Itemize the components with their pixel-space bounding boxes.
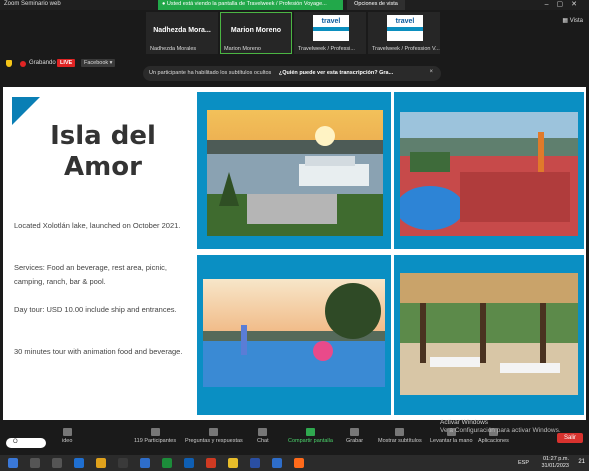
travelweek-logo: travel — [387, 15, 423, 41]
participants-icon — [150, 428, 160, 436]
slide-title-line1: Isla del — [50, 121, 156, 151]
video-button[interactable]: ideo — [62, 428, 72, 444]
subtitles-button[interactable]: Mostrar subtítulos — [378, 428, 422, 444]
share-banner[interactable]: ● Usted está viendo la pantalla de Trave… — [158, 0, 343, 10]
boat-sunset-photo — [207, 110, 383, 236]
qa-label: Preguntas y respuestas — [185, 438, 243, 444]
restaurant-interior-photo — [400, 273, 578, 395]
firefox-icon[interactable] — [294, 458, 304, 468]
windows-activation-watermark: Activar Windows Ve a Configuración para … — [440, 419, 561, 435]
windows-search-input[interactable]: O — [6, 438, 46, 448]
raise-hand-label: Levantar la mano — [430, 438, 473, 444]
participant-name-large: Marion Moreno — [230, 27, 282, 34]
system-tray: ESP 01:27 p.m. 31/01/2023 — [518, 456, 569, 470]
slide-paragraph-location: Located Xolotlán lake, launched on Octob… — [14, 221, 181, 230]
activation-title: Activar Windows — [440, 419, 489, 426]
record-button[interactable]: Grabar — [346, 428, 363, 444]
zoom-icon[interactable] — [140, 458, 150, 468]
participants-label: Participantes — [144, 438, 177, 444]
close-icon[interactable]: × — [429, 69, 433, 75]
word-icon[interactable] — [250, 458, 260, 468]
live-badge[interactable]: LIVE — [57, 59, 76, 67]
apps-label: Aplicaciones — [478, 438, 509, 444]
windows-taskbar: ESP 01:27 p.m. 31/01/2023 21 — [0, 455, 589, 471]
chat-icon — [258, 428, 268, 436]
travelweek-logo: travel — [313, 15, 349, 41]
video-icon — [62, 428, 72, 436]
participant-strip: Nadhezda Mora... Nadhezda Morales Marion… — [0, 10, 589, 56]
slide-title-line2: Amor — [64, 152, 142, 182]
leave-button[interactable]: Salir — [556, 433, 583, 443]
search-icon[interactable] — [30, 458, 40, 468]
share-label: Compartir pantalla — [288, 438, 333, 444]
participant-caption: Nadhezda Morales — [150, 46, 197, 52]
task-view-icon[interactable] — [52, 458, 62, 468]
file-explorer-icon[interactable] — [96, 458, 106, 468]
participant-name-large: Nadhezda Mora... — [153, 27, 211, 34]
window-title: Zoom Seminario web — [4, 1, 61, 7]
recording-label[interactable]: Grabando — [29, 60, 56, 66]
corner-accent — [12, 97, 40, 125]
activation-text: Ve a Configuración para activar Windows. — [440, 427, 561, 434]
share-screen-icon — [305, 428, 315, 436]
participant-tile-active[interactable]: Marion Moreno Marion Moreno — [220, 12, 292, 54]
edge-icon[interactable] — [74, 458, 84, 468]
subtitle-question-link[interactable]: ¿Quién puede ver esta transcripción? Gra… — [279, 70, 393, 76]
participant-caption: Travelweek / Profession V... — [372, 46, 440, 52]
participants-button[interactable]: 119 Participantes — [134, 428, 176, 444]
view-label: Vista — [569, 18, 583, 24]
photo-panel-restaurant — [394, 255, 584, 415]
language-indicator[interactable]: ESP — [518, 460, 529, 467]
share-screen-button[interactable]: Compartir pantalla — [288, 428, 333, 444]
share-banner-text: Usted está viendo la pantalla de Travelw… — [166, 1, 327, 7]
qa-button[interactable]: Preguntas y respuestas — [185, 428, 243, 444]
zoom-app-icon[interactable] — [272, 458, 282, 468]
photo-panel-boat — [197, 92, 391, 249]
video-label: ideo — [62, 438, 73, 444]
qa-icon — [209, 428, 219, 436]
store-icon[interactable] — [118, 458, 128, 468]
participant-tile[interactable]: Nadhezda Mora... Nadhezda Morales — [146, 12, 218, 54]
photo-panel-pool — [394, 92, 584, 249]
outlook-icon[interactable] — [184, 458, 194, 468]
slide-paragraph-tour: 30 minutes tour with animation food and … — [14, 347, 183, 356]
view-options-button[interactable]: Opciones de vista — [347, 0, 405, 10]
destination-label: Facebook — [84, 60, 109, 66]
subtitle-notice: Un participante ha habilitado los subtít… — [143, 66, 441, 81]
clock-time[interactable]: 01:27 p.m. — [541, 456, 569, 463]
slide-title: Isla del Amor — [43, 121, 163, 183]
security-shield-icon[interactable] — [6, 60, 12, 67]
participants-count: 119 — [134, 438, 143, 444]
windows-start-icon[interactable] — [8, 458, 18, 468]
subtitles-label: Mostrar subtítulos — [378, 438, 422, 444]
powerpoint-icon[interactable] — [206, 458, 216, 468]
cc-icon — [395, 428, 405, 436]
notification-count[interactable]: 21 — [578, 459, 585, 465]
participant-caption: Travelweek / Professi... — [298, 46, 355, 52]
shared-slide: Isla del Amor Located Xolotlán lake, laun… — [3, 87, 586, 420]
subtitle-notice-text: Un participante ha habilitado los subtít… — [149, 70, 272, 76]
window-controls[interactable]: –▢✕ — [545, 0, 585, 8]
photo-panel-sunset-pool — [197, 255, 391, 415]
participant-tile[interactable]: travel Travelweek / Profession V... — [368, 12, 440, 54]
sunset-pool-photo — [203, 279, 385, 387]
participant-caption: Marion Moreno — [224, 46, 261, 52]
recording-dot-icon — [20, 61, 26, 67]
chat-label: Chat — [257, 438, 269, 444]
record-label: Grabar — [346, 438, 364, 444]
participant-tile[interactable]: travel Travelweek / Professi... — [294, 12, 366, 54]
pool-terrace-photo — [400, 112, 578, 236]
slide-paragraph-day-tour: Day tour: USD 10.00 include ship and ent… — [14, 305, 177, 314]
clock-date[interactable]: 31/01/2023 — [541, 463, 569, 470]
excel-icon[interactable] — [162, 458, 172, 468]
slide-paragraph-services: Services: Food an beverage, rest area, p… — [14, 263, 167, 286]
livestream-destination[interactable]: Facebook ▾ — [81, 59, 116, 67]
view-toggle[interactable]: ▦ Vista — [562, 17, 583, 24]
record-icon — [350, 428, 360, 436]
chat-button[interactable]: Chat — [257, 428, 269, 444]
chrome-icon[interactable] — [228, 458, 238, 468]
